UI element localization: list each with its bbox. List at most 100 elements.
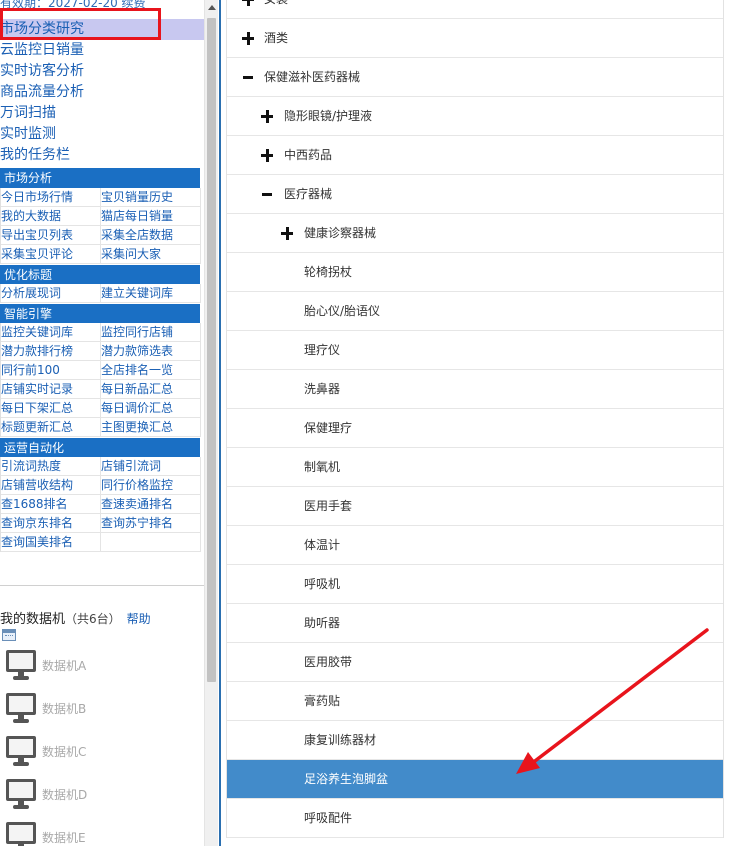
machine-label: 数据机A — [42, 659, 87, 673]
tree-node-label: 足浴养生泡脚盆 — [304, 772, 389, 786]
section-grid-0: 今日市场行情 宝贝销量历史 我的大数据 猫店每日销量 导出宝贝列表 采集全店数据 采集宝贝评… — [0, 188, 201, 264]
menu-link[interactable]: 店铺实时记录 — [1, 380, 101, 399]
tree-node[interactable]: 女装 — [227, 0, 723, 19]
section-grid-1: 分析展现词 建立关键词库 — [0, 284, 201, 303]
monitor-icon — [6, 650, 36, 682]
expand-plus-icon[interactable] — [281, 227, 293, 240]
tree-node-label: 体温计 — [304, 538, 341, 552]
tree-node[interactable]: 健康诊察器械 — [227, 214, 723, 253]
menu-link[interactable]: 宝贝销量历史 — [101, 188, 201, 207]
quick-link-5[interactable]: 实时监测 — [0, 124, 204, 145]
menu-link[interactable]: 每日调价汇总 — [101, 399, 201, 418]
menu-link[interactable]: 今日市场行情 — [1, 188, 101, 207]
tree-node[interactable]: 洗鼻器 — [227, 370, 723, 409]
machine-label: 数据机B — [42, 702, 87, 716]
help-link[interactable]: 帮助 — [127, 612, 151, 626]
tree-node[interactable]: 膏药贴 — [227, 682, 723, 721]
collapse-minus-icon[interactable] — [261, 188, 273, 200]
machine-label: 数据机E — [42, 831, 86, 845]
machine-item[interactable]: 数据机E — [0, 818, 204, 846]
menu-link[interactable]: 我的大数据 — [1, 207, 101, 226]
tree-node[interactable]: 胎心仪/胎语仪 — [227, 292, 723, 331]
machines-header: 我的数据机（共6台） 帮助 — [0, 608, 151, 627]
tree-node[interactable]: 中西药品 — [227, 136, 723, 175]
tree-node[interactable]: 制氧机 — [227, 448, 723, 487]
expand-plus-icon[interactable] — [261, 149, 273, 162]
menu-link[interactable]: 潜力款排行榜 — [1, 342, 101, 361]
expand-plus-icon[interactable] — [242, 32, 254, 45]
tree-node[interactable]: 医用手套 — [227, 487, 723, 526]
tree-node[interactable]: 呼吸配件 — [227, 799, 723, 838]
quick-link-0[interactable]: 市场分类研究 — [0, 19, 204, 40]
quick-link-4[interactable]: 万词扫描 — [0, 103, 204, 124]
menu-link[interactable]: 每日新品汇总 — [101, 380, 201, 399]
menu-link[interactable]: 标题更新汇总 — [1, 418, 101, 437]
section-header-3[interactable]: 运营自动化 — [0, 437, 200, 457]
tree-node[interactable]: 呼吸机 — [227, 565, 723, 604]
quick-link-2[interactable]: 实时访客分析 — [0, 61, 204, 82]
menu-link[interactable]: 全店排名一览 — [101, 361, 201, 380]
tree-node-label: 康复训练器材 — [304, 733, 377, 747]
machine-item[interactable]: 数据机D — [0, 775, 204, 818]
menu-link[interactable]: 建立关键词库 — [101, 284, 201, 303]
menu-link[interactable]: 查询国美排名 — [1, 533, 101, 552]
menu-link[interactable]: 采集全店数据 — [101, 226, 201, 245]
tree-node-label: 理疗仪 — [304, 343, 341, 357]
quick-link-3[interactable]: 商品流量分析 — [0, 82, 204, 103]
tree-node[interactable]: 保健理疗 — [227, 409, 723, 448]
tree-node-label: 酒类 — [264, 31, 289, 45]
section-grid-2: 监控关键词库 监控同行店铺 潜力款排行榜 潜力款筛选表 同行前100 全店排名一览 店铺实时… — [0, 323, 201, 437]
quick-link-1[interactable]: 云监控日销量 — [0, 40, 204, 61]
machine-item[interactable]: 数据机C — [0, 732, 204, 775]
sidebar-scrollbar[interactable] — [204, 0, 218, 846]
scroll-up-arrow-icon[interactable] — [205, 0, 219, 16]
menu-link[interactable]: 猫店每日销量 — [101, 207, 201, 226]
menu-link[interactable]: 采集问大家 — [101, 245, 201, 264]
menu-link[interactable]: 分析展现词 — [1, 284, 101, 303]
section-header-2[interactable]: 智能引擎 — [0, 303, 200, 323]
machine-item[interactable]: 数据机B — [0, 689, 204, 732]
tree-node[interactable]: 轮椅拐杖 — [227, 253, 723, 292]
menu-link[interactable]: 同行价格监控 — [101, 476, 201, 495]
menu-link[interactable]: 店铺引流词 — [101, 457, 201, 476]
tree-node-label: 胎心仪/胎语仪 — [304, 304, 381, 318]
section-header-1[interactable]: 优化标题 — [0, 264, 200, 284]
tree-node[interactable]: 理疗仪 — [227, 331, 723, 370]
tree-node[interactable]: 酒类 — [227, 19, 723, 58]
tree-node-label: 医用手套 — [304, 499, 353, 513]
menu-link[interactable]: 采集宝贝评论 — [1, 245, 101, 264]
quick-link-6[interactable]: 我的任务栏 — [0, 145, 204, 166]
tree-node[interactable]: 医用胶带 — [227, 643, 723, 682]
tree-node[interactable]: 医疗器械 — [227, 175, 723, 214]
menu-link[interactable]: 引流词热度 — [1, 457, 101, 476]
scroll-thumb[interactable] — [207, 18, 216, 682]
expand-plus-icon[interactable] — [261, 110, 273, 123]
menu-link[interactable]: 查1688排名 — [1, 495, 101, 514]
tree-node[interactable]: 助听器 — [227, 604, 723, 643]
tree-node[interactable]: 足浴养生泡脚盆 — [227, 760, 723, 799]
menu-link[interactable]: 导出宝贝列表 — [1, 226, 101, 245]
menu-link[interactable]: 主图更换汇总 — [101, 418, 201, 437]
menu-link[interactable]: 监控同行店铺 — [101, 323, 201, 342]
menu-link[interactable]: 查询苏宁排名 — [101, 514, 201, 533]
menu-link[interactable]: 潜力款筛选表 — [101, 342, 201, 361]
menu-link[interactable]: 每日下架汇总 — [1, 399, 101, 418]
expand-plus-icon[interactable] — [242, 0, 254, 6]
menu-link[interactable]: 同行前100 — [1, 361, 101, 380]
menu-link[interactable]: 查速卖通排名 — [101, 495, 201, 514]
section-header-0[interactable]: 市场分析 — [0, 168, 200, 188]
tree-node[interactable]: 康复训练器材 — [227, 721, 723, 760]
tree-node[interactable]: 保健滋补医药器械 — [227, 58, 723, 97]
collapse-minus-icon[interactable] — [242, 71, 254, 83]
menu-link[interactable]: 查询京东排名 — [1, 514, 101, 533]
calendar-icon[interactable] — [2, 629, 16, 641]
machine-item[interactable]: 数据机A — [0, 646, 204, 689]
menu-link[interactable]: 店铺营收结构 — [1, 476, 101, 495]
tree-node-label: 保健理疗 — [304, 421, 353, 435]
tree-node[interactable]: 隐形眼镜/护理液 — [227, 97, 723, 136]
tree-node[interactable]: 体温计 — [227, 526, 723, 565]
machine-label: 数据机D — [42, 788, 88, 802]
app-window: 有效期：2027-02-20 续费 市场分类研究 云监控日销量 实时访客分析 商品流量… — [0, 0, 732, 846]
menu-link[interactable]: 监控关键词库 — [1, 323, 101, 342]
expire-notice[interactable]: 有效期：2027-02-20 续费 — [0, 0, 146, 11]
